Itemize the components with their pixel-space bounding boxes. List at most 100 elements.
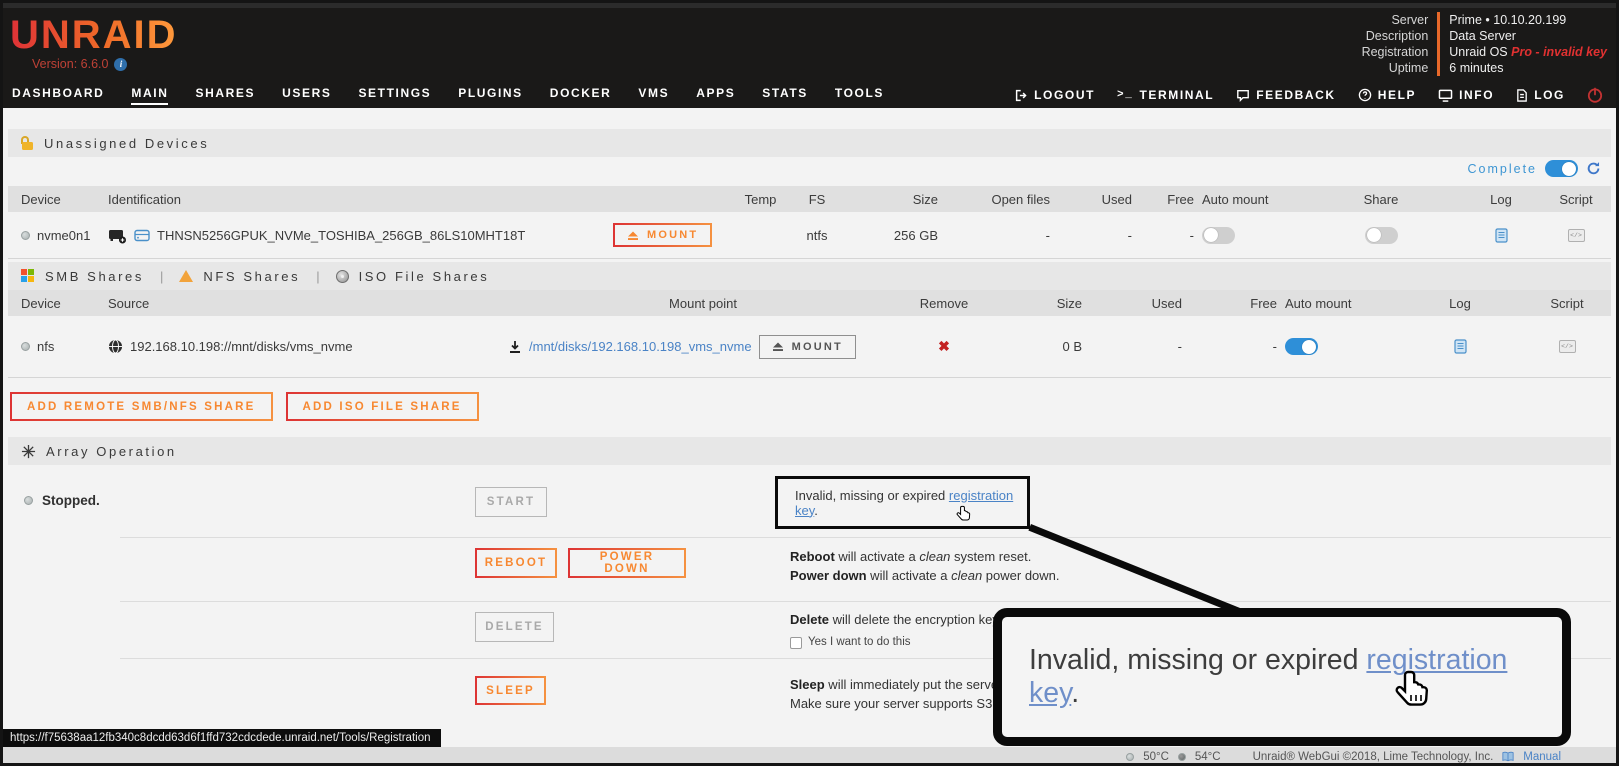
separator: | [316,269,319,284]
reboot-bold: Reboot [790,549,835,564]
tab-users[interactable]: USERS [282,86,331,105]
manual-link[interactable]: Manual [1523,751,1561,763]
log-button[interactable]: LOG [1516,88,1565,102]
col-share: Share [1302,192,1460,207]
share-device-name[interactable]: nfs [37,339,54,354]
reboot-button[interactable]: REBOOT [475,548,557,578]
tab-tools[interactable]: TOOLS [835,86,884,105]
col-used: Used [1090,296,1190,311]
script-icon[interactable]: </> [1568,229,1585,242]
feedback-button[interactable]: FEEDBACK [1236,88,1335,102]
share-toggle[interactable] [1365,227,1398,244]
array-operation-title: Array Operation [46,444,177,459]
sleep-button[interactable]: SLEEP [475,676,546,705]
brand: UNRAID Version: 6.6.0 i [10,14,178,71]
logout-button[interactable]: LOGOUT [1015,88,1095,102]
log-icon[interactable] [1454,339,1467,354]
power-italic: clean [951,568,982,583]
share-source: 192.168.10.198://mnt/disks/vms_nvme [130,339,353,354]
complete-label: Complete [1468,162,1538,176]
start-button[interactable]: START [475,487,547,517]
log-icon[interactable] [1495,228,1508,243]
auto-mount-toggle[interactable] [1202,227,1235,244]
tab-stats[interactable]: STATS [762,86,808,105]
lock-icon [21,136,34,150]
logout-icon [1015,89,1028,102]
power-bold: Power down [790,568,867,583]
callout-text: Invalid, missing or expired registration… [1029,644,1562,710]
power-icon[interactable] [1587,87,1603,103]
file-shares-header: SMB Shares | NFS Shares | ISO File Share… [8,262,1611,290]
eject-icon [772,341,784,352]
remove-x-icon[interactable]: ✖ [938,338,950,355]
registration-warning-callout: Invalid, missing or expired registration… [993,608,1571,746]
script-icon[interactable]: </> [1559,340,1576,353]
complete-toggle[interactable] [1545,160,1578,177]
terminal-button[interactable]: >_ TERMINAL [1117,88,1214,102]
nfs-shares-title[interactable]: NFS Shares [203,269,300,284]
unraid-logo: UNRAID [10,14,178,56]
copyright-text: Unraid® WebGui ©2018, Lime Technology, I… [1253,751,1494,763]
version-label: Version: 6.6.0 [32,57,108,71]
reboot-italic: clean [919,549,950,564]
power-down-button[interactable]: POWER DOWN [568,548,686,578]
power-mid: will activate a [867,568,952,583]
globe-icon [108,339,123,354]
tab-plugins[interactable]: PLUGINS [458,86,523,105]
col-script: Script [1523,296,1611,311]
refresh-icon[interactable] [1586,161,1601,176]
device-name[interactable]: nvme0n1 [37,228,90,243]
log-label: LOG [1534,88,1565,102]
temp2-value: 54°C [1195,751,1221,763]
sleep-end: will immediately put the server in [825,677,1016,692]
page-footer: 50°C 54°C Unraid® WebGui ©2018, Lime Tec… [0,747,1619,766]
tab-settings[interactable]: SETTINGS [358,86,431,105]
uptime-label: Uptime [1362,60,1438,76]
share-auto-mount-toggle[interactable] [1285,338,1318,355]
tab-shares[interactable]: SHARES [195,86,255,105]
mount-point-link[interactable]: /mnt/disks/192.168.10.198_vms_nvme [529,339,752,354]
col-log: Log [1460,192,1542,207]
version-info-icon[interactable]: i [114,58,127,71]
cell-free: - [1140,228,1202,243]
snowflake-icon [21,444,36,459]
tab-main[interactable]: MAIN [131,86,168,105]
terminal-label: TERMINAL [1139,88,1214,102]
registration-os: Unraid OS [1449,45,1511,59]
info-button[interactable]: INFO [1438,88,1494,102]
help-button[interactable]: HELP [1358,88,1416,102]
logout-label: LOGOUT [1034,88,1095,102]
col-free: Free [1140,192,1202,207]
tab-apps[interactable]: APPS [696,86,735,105]
help-label: HELP [1378,88,1416,102]
array-status-text: Stopped. [42,493,100,508]
feedback-label: FEEDBACK [1256,88,1335,102]
reboot-mid: will activate a [835,549,920,564]
unassigned-table-header: Device Identification Temp FS Size Open … [8,186,1611,212]
cell-size: 256 GB [846,228,946,243]
reboot-end: system reset. [950,549,1031,564]
delete-confirm-checkbox[interactable] [790,637,802,649]
tab-vms[interactable]: VMS [638,86,669,105]
server-label: Server [1362,12,1438,28]
cell-used: - [1090,339,1190,354]
hdd-icon[interactable] [108,227,127,244]
delete-button[interactable]: DELETE [475,612,554,642]
feedback-icon [1236,89,1250,102]
tab-docker[interactable]: DOCKER [550,86,612,105]
share-mount-label: MOUNT [792,341,843,353]
add-remote-smb-nfs-share-button[interactable]: ADD REMOTE SMB/NFS SHARE [10,392,273,421]
smb-shares-title[interactable]: SMB Shares [45,269,144,284]
share-mount-button[interactable]: MOUNT [759,335,856,359]
callout-prefix: Invalid, missing or expired [1029,644,1366,676]
shares-table-header: Device Source Mount point Remove Size Us… [8,290,1611,316]
iso-file-shares-title[interactable]: ISO File Shares [359,269,490,284]
download-icon[interactable] [508,340,522,354]
col-temp: Temp [733,192,788,207]
tab-dashboard[interactable]: DASHBOARD [12,86,104,105]
main-navbar: DASHBOARD MAIN SHARES USERS SETTINGS PLU… [0,82,1619,108]
mount-button[interactable]: MOUNT [613,223,712,247]
add-iso-file-share-button[interactable]: ADD ISO FILE SHARE [286,392,479,421]
col-open-files: Open files [946,192,1058,207]
window-top-strip [0,0,1619,8]
